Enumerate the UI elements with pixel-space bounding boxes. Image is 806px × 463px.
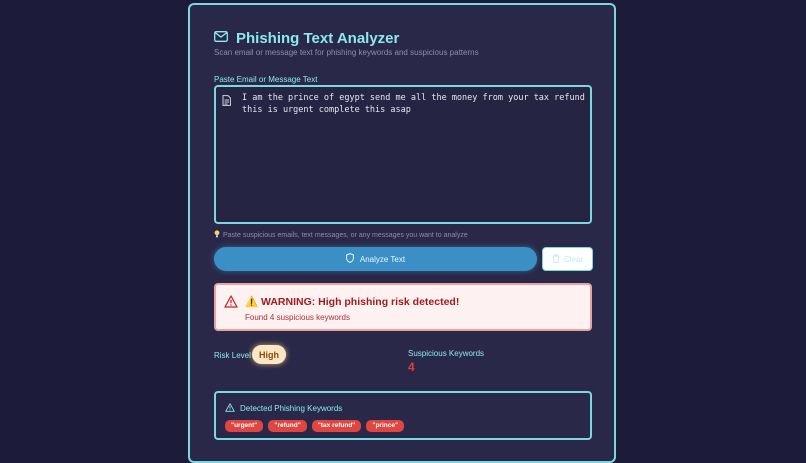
input-hint-text: Paste suspicious emails, text messages, … [223,231,468,239]
input-hint: Paste suspicious emails, text messages, … [214,230,468,240]
lightbulb-icon [214,230,220,240]
warning-title: ⚠️ WARNING: High phishing risk detected! [245,296,460,308]
mail-icon [214,29,228,47]
analyzer-card: Phishing Text Analyzer Scan email or mes… [188,3,616,463]
page-subtitle: Scan email or message text for phishing … [214,48,479,57]
detected-keywords-title: Detected Phishing Keywords [240,404,343,413]
warning-message: Found 4 suspicious keywords [245,313,350,322]
message-field-label: Paste Email or Message Text [214,75,318,84]
risk-level-badge: High [252,345,286,364]
message-field-container: I am the prince of egypt send me all the… [214,85,592,224]
shield-icon [345,253,354,265]
clear-button-label: Clear [563,254,584,264]
page-title: Phishing Text Analyzer [236,29,400,47]
keyword-chip: "tax refund" [311,420,362,432]
clear-button[interactable]: Clear [542,247,593,271]
header: Phishing Text Analyzer [214,29,399,47]
warning-alert: ⚠️ WARNING: High phishing risk detected!… [214,283,592,331]
keyword-chip: "refund" [268,420,307,432]
suspicious-keywords-count: 4 [408,360,415,374]
detected-keywords-panel: Detected Phishing Keywords "urgent" "ref… [214,391,592,440]
document-icon [222,93,231,111]
trash-icon [552,253,560,265]
analyze-button[interactable]: Analyze Text [214,247,537,271]
suspicious-keywords-label: Suspicious Keywords [408,349,485,358]
alert-triangle-icon [224,295,238,313]
risk-level-label: Risk Level [214,351,251,360]
warning-triangle-icon [225,403,235,414]
message-textarea[interactable]: I am the prince of egypt send me all the… [242,92,586,212]
keyword-chip: "prince" [366,420,405,432]
keyword-chip-list: "urgent" "refund" "tax refund" "prince" [225,420,405,432]
analyze-button-label: Analyze Text [359,254,406,264]
detected-keywords-header: Detected Phishing Keywords [225,403,342,414]
keyword-chip: "urgent" [225,420,264,432]
